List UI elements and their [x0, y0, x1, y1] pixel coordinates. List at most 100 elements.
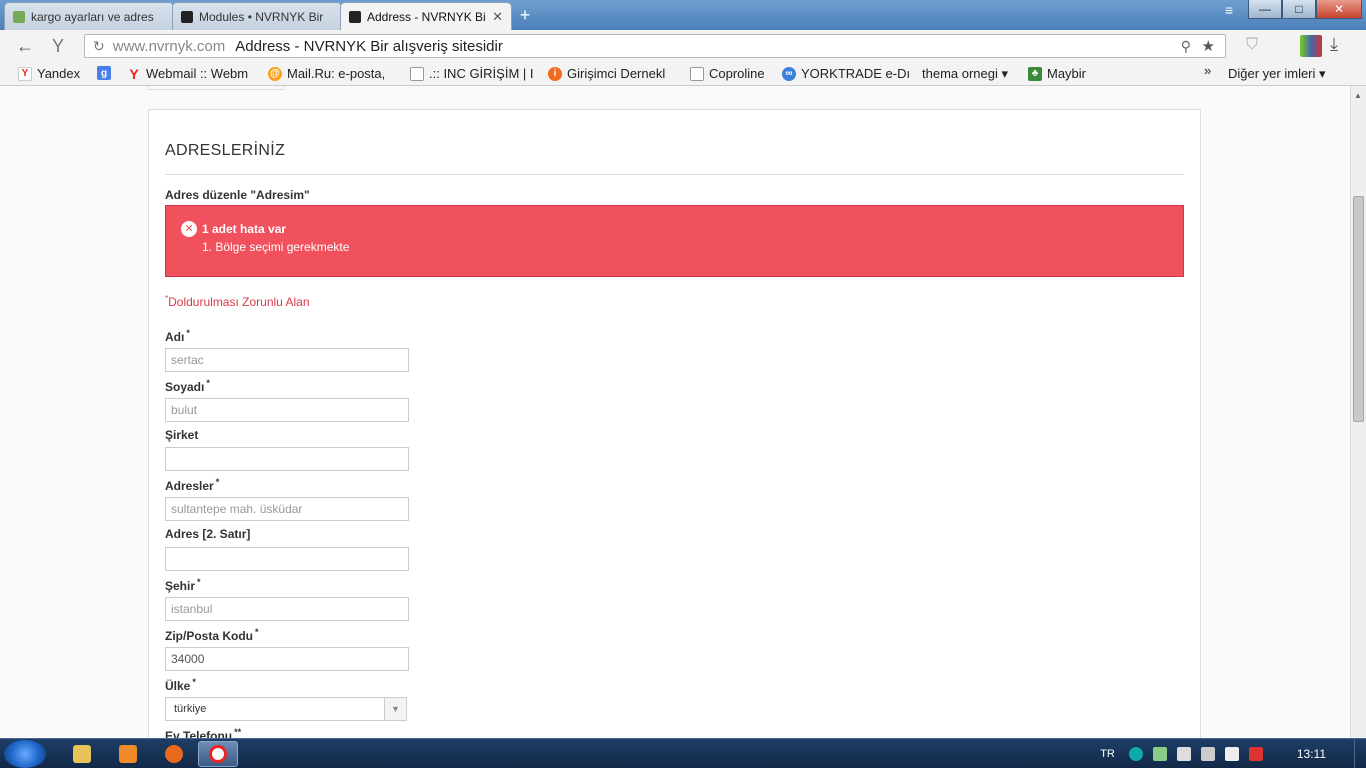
address2-input[interactable] — [165, 547, 409, 571]
error-title: 1 adet hata var — [202, 222, 287, 236]
edit-address-title: Adres düzenle "Adresim" — [165, 188, 310, 202]
bookmark-webmail[interactable]: Y Webmail :: Webm — [127, 66, 257, 81]
bookmark-google[interactable]: g — [97, 66, 116, 80]
bookmarks-overflow[interactable]: » — [1204, 63, 1211, 78]
download-icon[interactable]: ⤓ — [1330, 34, 1338, 55]
divider — [165, 174, 1184, 175]
taskbar-yandex[interactable] — [198, 741, 238, 767]
minimize-button[interactable]: — — [1248, 0, 1282, 19]
tree-icon: ♣ — [1028, 66, 1042, 81]
bookmark-yorktrade[interactable]: ∞ YORKTRADE e-Dı — [782, 66, 910, 81]
first-name-label: Adı * — [165, 328, 190, 344]
tab-close-icon[interactable]: ✕ — [492, 9, 503, 25]
bookmark-mailru[interactable]: @ Mail.Ru: e-posta, — [268, 66, 392, 81]
previous-block — [148, 86, 284, 90]
bookmark-star-icon[interactable]: ★ — [1202, 37, 1215, 55]
window-controls: — □ ✕ — [1248, 0, 1362, 19]
page-icon — [410, 66, 424, 81]
extension-icon[interactable] — [1300, 35, 1322, 57]
tab-modules[interactable]: Modules • NVRNYK Bir — [172, 2, 342, 30]
taskbar-firefox[interactable] — [154, 741, 194, 767]
tray-alert-icon[interactable] — [1248, 747, 1263, 761]
zip-input[interactable]: 34000 — [165, 647, 409, 671]
address-input[interactable]: sultantepe mah. üsküdar — [165, 497, 409, 521]
address-panel: ADRESLERİNİZ Adres düzenle "Adresim" ✕ 1… — [148, 109, 1201, 738]
menu-icon[interactable]: ≡ — [1218, 2, 1240, 18]
bag-icon — [349, 10, 361, 23]
tab-bar: kargo ayarları ve adres Modules • NVRNYK… — [0, 0, 1366, 30]
show-desktop-button[interactable] — [1354, 739, 1366, 768]
yandex-logo-icon[interactable]: Y — [48, 36, 68, 57]
shop-icon — [13, 10, 25, 23]
tray-network-icon[interactable] — [1152, 747, 1167, 761]
maximize-button[interactable]: □ — [1282, 0, 1316, 19]
yandex-browser-icon — [209, 745, 227, 763]
flag-icon[interactable] — [1176, 747, 1191, 761]
last-name-label: Soyadı * — [165, 378, 210, 394]
address-bar[interactable]: ↻ www.nvrnyk.com Address - NVRNYK Bir al… — [84, 34, 1226, 58]
volume-icon[interactable] — [1200, 747, 1215, 761]
bookmark-coproline[interactable]: Coproline — [690, 66, 765, 81]
yandex-icon: Y — [18, 66, 32, 81]
country-select[interactable]: türkiye ▼ — [165, 697, 407, 721]
vertical-scrollbar[interactable]: ▲ — [1350, 86, 1366, 738]
butterfly-icon: ∞ — [782, 66, 796, 81]
city-label: Şehir * — [165, 577, 201, 593]
zoom-icon[interactable]: ⚲ — [1181, 38, 1191, 55]
company-label: Şirket — [165, 428, 199, 442]
phone-label: Ev Telefonu ** — [165, 727, 242, 738]
new-tab-button[interactable]: + — [514, 5, 536, 26]
bag-icon — [181, 10, 193, 23]
tray-e-icon[interactable] — [1128, 747, 1143, 761]
folder-icon — [73, 745, 91, 763]
page-title: ADRESLERİNİZ — [165, 142, 286, 159]
system-tray: TR 13:11 — [1100, 739, 1366, 768]
country-label: Ülke * — [165, 677, 196, 693]
yandex-y-icon: Y — [129, 66, 139, 81]
chevron-down-icon[interactable]: ▼ — [384, 698, 406, 720]
zip-label: Zip/Posta Kodu * — [165, 627, 259, 643]
reload-icon[interactable]: ↻ — [93, 38, 105, 55]
taskbar-media[interactable] — [108, 741, 148, 767]
tab-address[interactable]: Address - NVRNYK Bir ✕ — [340, 2, 512, 30]
error-icon: ✕ — [181, 221, 197, 237]
clock[interactable]: 13:11 — [1297, 747, 1326, 761]
first-name-input[interactable]: sertac — [165, 348, 409, 372]
taskbar: TR 13:11 — [0, 738, 1366, 768]
mailru-icon: @ — [268, 66, 282, 81]
error-item: 1. Bölge seçimi gerekmekte — [202, 240, 350, 254]
page-viewport: ADRESLERİNİZ Adres düzenle "Adresim" ✕ 1… — [0, 86, 1350, 738]
bookmark-inc[interactable]: .:: INC GİRİŞİM | I — [410, 66, 536, 81]
signal-icon[interactable] — [1224, 747, 1239, 761]
media-player-icon — [119, 745, 137, 763]
company-input[interactable] — [165, 447, 409, 471]
bookmarks-bar: Y Yandex g Y Webmail :: Webm @ Mail.Ru: … — [0, 62, 1366, 86]
bookmark-girisimci[interactable]: i Girişimci Dernekl — [548, 66, 676, 81]
language-indicator[interactable]: TR — [1100, 748, 1115, 760]
firefox-icon — [165, 745, 183, 763]
back-button[interactable]: ← — [10, 36, 40, 57]
scroll-up-icon[interactable]: ▲ — [1354, 91, 1362, 100]
city-input[interactable]: istanbul — [165, 597, 409, 621]
address2-label: Adres [2. Satır] — [165, 527, 251, 541]
orange-circle-icon: i — [548, 66, 562, 81]
scroll-thumb[interactable] — [1353, 196, 1364, 422]
shield-icon[interactable]: ⛉ — [1246, 36, 1258, 54]
page-icon — [690, 66, 704, 81]
close-button[interactable]: ✕ — [1316, 0, 1362, 19]
start-button[interactable] — [4, 740, 46, 768]
required-note: *Doldurulması Zorunlu Alan — [165, 294, 310, 309]
bookmark-thema[interactable]: thema ornegi ▾ — [922, 66, 1008, 82]
last-name-input[interactable]: bulut — [165, 398, 409, 422]
taskbar-explorer[interactable] — [62, 741, 102, 767]
bookmark-maybir[interactable]: ♣ Maybir — [1028, 66, 1086, 81]
google-icon: g — [97, 66, 111, 80]
tab-kargo[interactable]: kargo ayarları ve adres — [4, 2, 174, 30]
bookmark-yandex[interactable]: Y Yandex — [18, 66, 80, 81]
address-label: Adresler * — [165, 477, 220, 493]
error-alert: ✕ 1 adet hata var 1. Bölge seçimi gerekm… — [165, 205, 1184, 277]
browser-toolbar: ← Y ↻ www.nvrnyk.com Address - NVRNYK Bi… — [0, 30, 1366, 62]
url-domain: www.nvrnyk.com — [112, 37, 226, 55]
other-bookmarks[interactable]: Diğer yer imleri ▾ — [1228, 66, 1326, 82]
url-title: Address - NVRNYK Bir alışveriş sitesidir — [235, 37, 503, 55]
